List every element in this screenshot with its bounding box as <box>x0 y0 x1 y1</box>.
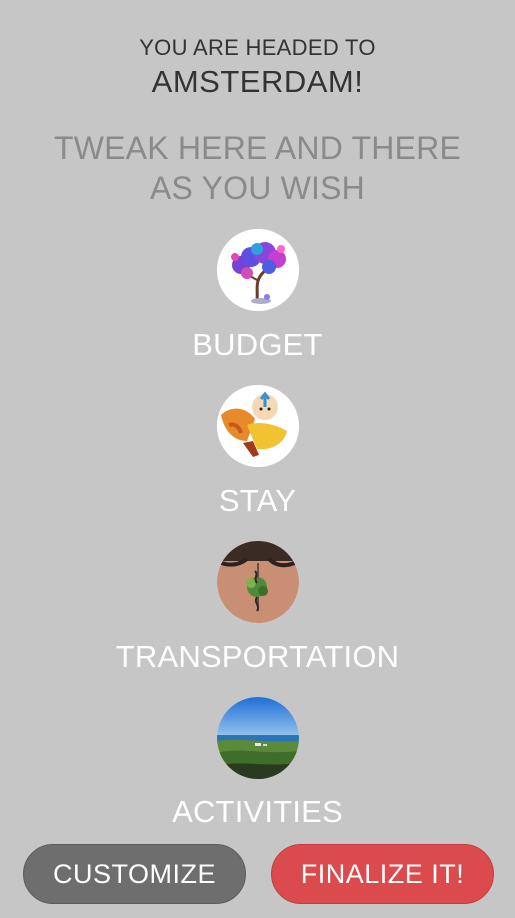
tweak-subtitle-line-1: TWEAK HERE AND THERE <box>53 130 462 166</box>
trip-customize-screen: YOU ARE HEADED TO AMSTERDAM! TWEAK HERE … <box>0 0 515 918</box>
headed-to-text: YOU ARE HEADED TO <box>139 35 376 60</box>
customize-button[interactable]: CUSTOMIZE <box>23 844 246 904</box>
stay-option-image[interactable] <box>217 385 299 467</box>
monk-character-icon <box>217 385 299 467</box>
finalize-button[interactable]: FINALIZE IT! <box>271 844 494 904</box>
tweak-subtitle: TWEAK HERE AND THERE AS YOU WISH <box>0 128 515 208</box>
back-tattoo-icon <box>217 541 299 623</box>
budget-option-image[interactable] <box>217 229 299 311</box>
activities-option-image[interactable] <box>217 697 299 779</box>
tweak-subtitle-line-2: AS YOU WISH <box>150 170 365 206</box>
transportation-option-image[interactable] <box>217 541 299 623</box>
budget-option-label[interactable]: BUDGET <box>0 327 515 363</box>
destination-title: AMSTERDAM! <box>151 64 364 99</box>
activities-option-label[interactable]: ACTIVITIES <box>0 794 515 830</box>
stay-option-label[interactable]: STAY <box>0 483 515 519</box>
landscape-photo-icon <box>217 697 299 779</box>
purple-tree-icon <box>217 229 299 311</box>
transportation-option-label[interactable]: TRANSPORTATION <box>0 639 515 675</box>
